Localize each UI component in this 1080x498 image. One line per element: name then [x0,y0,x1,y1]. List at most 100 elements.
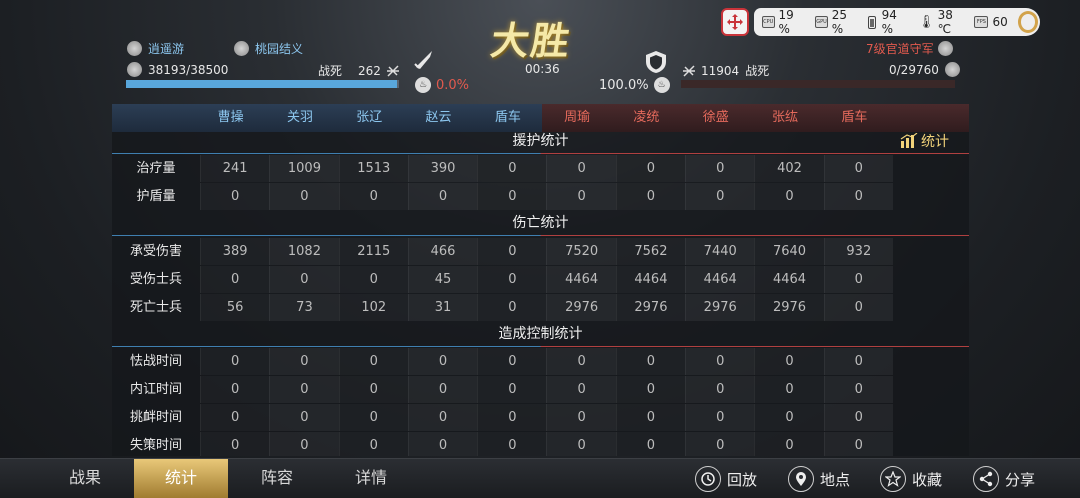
table-row: 内讧时间 0 0 0 0 0 0 0 0 0 0 [112,376,969,403]
table-cell: 0 [754,348,823,375]
location-button[interactable]: 地点 [788,465,850,493]
table-cell: 0 [546,348,616,375]
performance-overlay: CPU 19 % GPU 25 % 94 % 🌡 38 ℃ FPS 60 [754,8,1040,36]
table-cell: 1082 [269,238,339,265]
right-troops: 0/29760 [889,62,939,77]
share-icon [973,466,999,492]
tab-lineup[interactable]: 阵容 [232,459,322,498]
left-killed-row: 战死 262 [318,62,400,79]
left-killed-count: 262 [358,63,381,78]
row-label: 怯战时间 [129,354,182,369]
section-title-control: 造成控制统计 [112,321,969,347]
row-label: 承受伤害 [129,244,182,259]
table-cell: 0 [477,348,546,375]
team-emblem-icon [234,41,249,56]
gpu-stat: GPU 25 % [815,8,848,36]
bar-chart-icon [900,133,918,148]
table-cell: 0 [823,266,893,293]
left-player-name-row: 逍遥游 [127,40,184,57]
table-cell: 7520 [546,238,616,265]
gpu-icon: GPU [815,16,828,28]
table-cell: 1009 [269,155,339,182]
table-cell: 0 [477,155,546,182]
share-button[interactable]: 分享 [973,465,1035,493]
tab-results[interactable]: 战果 [40,459,130,498]
row-label: 内讧时间 [129,382,182,397]
left-team-row: 桃园结义 [234,40,303,57]
overlay-toggle-button[interactable] [1017,11,1038,33]
table-cell: 0 [685,348,755,375]
tab-details[interactable]: 详情 [326,459,416,498]
right-player-name: 7级官道守军 [866,42,934,56]
left-hp-fill [126,80,397,88]
right-morale: 100.0% ♨ [599,77,675,93]
table-cell: 390 [407,155,478,182]
star-icon [880,466,906,492]
table-cell: 0 [269,432,339,456]
table-cell: 1513 [338,155,408,182]
table-cell: 2976 [546,294,616,321]
fallen-soldier-icon [386,64,399,77]
table-cell: 0 [823,183,893,210]
table-cell: 102 [338,294,408,321]
table-cell: 56 [200,294,269,321]
table-cell: 0 [754,404,823,431]
left-team-name[interactable]: 桃园结义 [255,40,303,57]
table-row: 怯战时间 0 0 0 0 0 0 0 0 0 0 [112,348,969,375]
table-cell: 0 [407,183,478,210]
left-troops-row: 38193/38500 [127,62,228,77]
table-cell: 241 [200,155,269,182]
table-cell: 0 [823,155,893,182]
left-killed-label: 战死 [318,64,343,78]
table-cell: 0 [546,376,616,403]
table-cell: 0 [615,183,685,210]
table-row: 治疗量 241 1009 1513 390 0 0 0 0 402 0 [112,155,969,182]
table-cell: 0 [200,404,269,431]
table-cell: 0 [615,155,685,182]
table-cell: 0 [615,348,685,375]
left-hp-bar [126,80,399,88]
bottom-nav: 战果 统计 阵容 详情 回放 地点 收藏 分享 [0,458,1080,498]
row-label: 护盾量 [136,189,176,204]
table-cell: 0 [407,404,478,431]
table-cell: 7440 [685,238,755,265]
table-cell: 0 [754,183,823,210]
stats-chart-button[interactable]: 统计 [900,131,1064,151]
temperature-stat: 🌡 38 ℃ [918,8,953,36]
table-cell: 0 [338,404,408,431]
table-cell: 0 [754,432,823,456]
table-cell: 0 [685,432,755,456]
right-killed-row: 11904 战死 [682,62,769,79]
table-cell: 45 [407,266,478,293]
table-cell: 0 [823,404,893,431]
move-handle-button[interactable] [721,8,749,36]
table-cell: 0 [615,376,685,403]
left-player-name[interactable]: 逍遥游 [148,40,184,57]
table-cell: 0 [200,183,269,210]
row-label: 失策时间 [129,438,182,453]
enemy-avatar-icon [937,41,953,56]
table-cell: 7640 [754,238,823,265]
table-cell: 0 [546,404,616,431]
section-title-casualties: 伤亡统计 [112,210,969,236]
table-cell: 0 [338,266,408,293]
battle-timer: 00:36 [525,62,560,76]
table-cell: 0 [823,294,893,321]
right-player-name-row: 7级官道守军 [866,40,953,57]
battle-result-title: 大胜 [488,18,575,63]
player-avatar-icon [127,41,142,56]
table-cell: 0 [338,376,408,403]
table-cell: 0 [269,266,339,293]
replay-button[interactable]: 回放 [695,465,757,493]
table-cell: 0 [685,155,755,182]
table-cell: 0 [754,376,823,403]
replay-icon [695,466,721,492]
tab-statistics[interactable]: 统计 [134,459,228,498]
table-cell: 0 [200,376,269,403]
favorite-button[interactable]: 收藏 [880,465,942,493]
table-cell: 0 [823,348,893,375]
row-label: 受伤士兵 [129,272,182,287]
row-label: 挑衅时间 [129,410,182,425]
table-cell: 0 [546,155,616,182]
table-row: 死亡士兵 56 73 102 31 0 2976 2976 2976 2976 … [112,294,969,321]
